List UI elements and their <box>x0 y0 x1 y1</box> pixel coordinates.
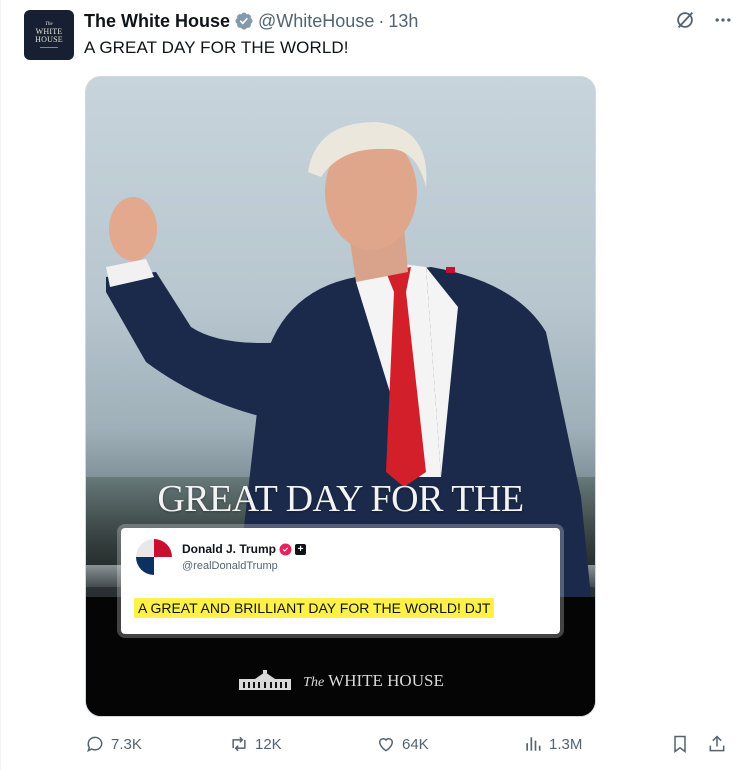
like-count: 64K <box>402 735 429 753</box>
quoted-avatar <box>136 539 172 575</box>
white-house-building-icon <box>239 670 292 690</box>
repost-icon <box>232 736 246 752</box>
post-action-bar: 7.3K 12K 64K 1.3M <box>85 732 735 756</box>
repost-button[interactable]: 12K <box>229 734 282 754</box>
quoted-handle: @realDonaldTrump <box>182 560 278 572</box>
views-icon <box>526 737 541 751</box>
post-text: A GREAT DAY FOR THE WORLD! <box>84 38 349 57</box>
reply-count: 7.3K <box>111 735 142 753</box>
views-count: 1.3M <box>549 735 583 753</box>
quoted-name-row: Donald J. Trump + <box>182 542 307 556</box>
quoted-name: Donald J. Trump <box>182 542 277 556</box>
like-button[interactable]: 64K <box>376 734 429 754</box>
post-time[interactable]: 13h <box>388 11 418 32</box>
more-icon[interactable] <box>711 8 735 32</box>
reply-button[interactable]: 7.3K <box>85 734 142 754</box>
post-header: The White House @WhiteHouse · 13h <box>84 10 418 32</box>
post-media[interactable]: GREAT DAY FOR THE WORLD Donald J. Trump … <box>85 76 596 717</box>
account-name[interactable]: The White House <box>84 11 230 32</box>
verified-icon[interactable] <box>234 11 254 31</box>
grok-icon[interactable] <box>673 8 697 32</box>
avatar-text-line3: HOUSE <box>35 35 63 44</box>
account-handle[interactable]: @WhiteHouse <box>258 11 374 32</box>
bookmark-icon <box>674 735 686 753</box>
quoted-badge-icon <box>279 543 292 555</box>
white-house-watermark: The WHITE HOUSE <box>86 670 595 692</box>
repost-count: 12K <box>255 735 282 753</box>
share-button[interactable] <box>707 734 727 754</box>
quoted-text: A GREAT AND BRILLIANT DAY FOR THE WORLD!… <box>134 598 495 618</box>
white-house-wordmark: The WHITE HOUSE <box>303 671 444 691</box>
wordmark-name: WHITE HOUSE <box>328 671 444 690</box>
timeline-border <box>0 0 1 770</box>
quoted-affiliation-icon: + <box>295 543 307 555</box>
share-icon <box>709 735 725 752</box>
avatar-rule <box>40 47 58 48</box>
bookmark-button[interactable] <box>670 734 690 754</box>
post-top-actions <box>673 8 735 32</box>
quoted-post-card: Donald J. Trump + @realDonaldTrump A GRE… <box>121 528 560 634</box>
account-avatar[interactable]: The WHITE HOUSE <box>24 10 74 60</box>
like-icon <box>378 738 394 752</box>
views-button[interactable]: 1.3M <box>523 734 582 754</box>
reply-icon <box>87 736 103 753</box>
wordmark-the: The <box>303 675 325 690</box>
separator: · <box>378 10 385 31</box>
